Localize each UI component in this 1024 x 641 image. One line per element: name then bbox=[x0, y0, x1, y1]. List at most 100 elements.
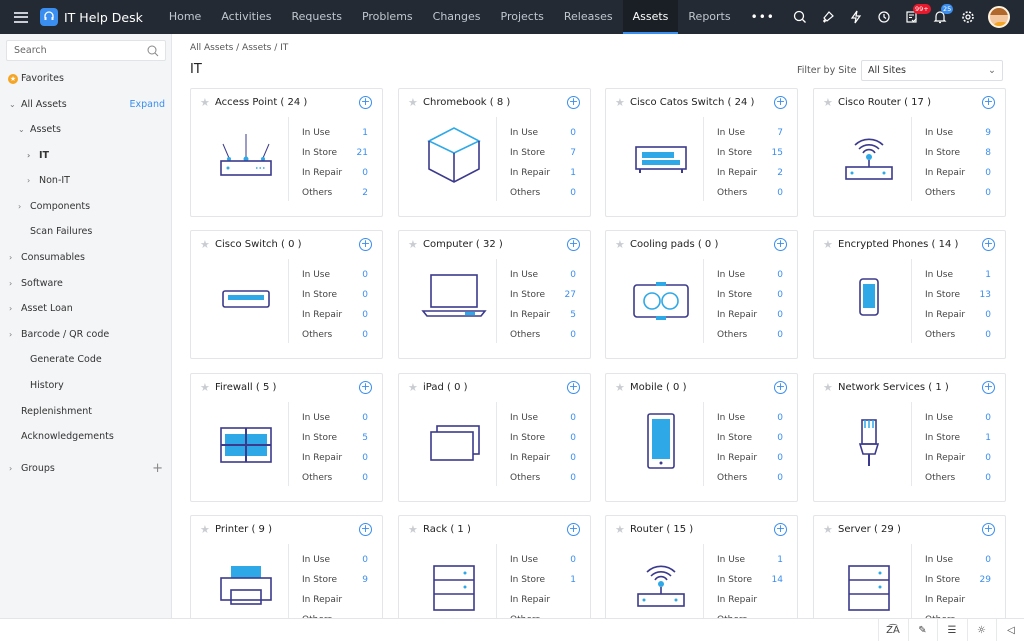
card-title[interactable]: Server ( 29 ) bbox=[838, 524, 901, 535]
stat-value[interactable]: 1 bbox=[362, 128, 368, 138]
sidebar-search-input[interactable]: Search bbox=[6, 40, 166, 61]
stat-value[interactable]: 7 bbox=[570, 148, 576, 158]
stat-value[interactable]: 0 bbox=[570, 128, 576, 138]
sidebar-item-scan-failures[interactable]: Scan Failures bbox=[0, 222, 172, 242]
stat-value[interactable]: 0 bbox=[777, 330, 783, 340]
asset-card-router[interactable]: ★ Cisco Router ( 17 ) + In Use 9 In Store 8 In … bbox=[813, 88, 1006, 217]
star-icon[interactable]: ★ bbox=[823, 238, 833, 251]
stat-value[interactable]: 0 bbox=[777, 270, 783, 280]
tab-requests[interactable]: Requests bbox=[282, 0, 352, 34]
asset-card-phone[interactable]: ★ Encrypted Phones ( 14 ) + In Use 1 In Store… bbox=[813, 230, 1006, 360]
add-group-icon[interactable]: + bbox=[152, 459, 163, 479]
star-icon[interactable]: ★ bbox=[200, 238, 210, 251]
sidebar-item-consumables[interactable]: › Consumables bbox=[0, 248, 172, 268]
stat-value[interactable]: 0 bbox=[570, 433, 576, 443]
chat-icon[interactable]: ☰ bbox=[937, 619, 966, 641]
star-icon[interactable]: ★ bbox=[823, 96, 833, 109]
card-title[interactable]: Router ( 15 ) bbox=[630, 524, 693, 535]
stat-value[interactable]: 0 bbox=[985, 413, 991, 423]
star-icon[interactable]: ★ bbox=[615, 523, 625, 536]
star-icon[interactable]: ★ bbox=[200, 523, 210, 536]
translate-icon[interactable]: Z͡A bbox=[878, 619, 907, 641]
sidebar-all-assets[interactable]: ⌄ All Assets Expand bbox=[0, 95, 172, 115]
sidebar-item-asset-loan[interactable]: › Asset Loan bbox=[0, 299, 172, 319]
stat-value[interactable]: 0 bbox=[985, 330, 991, 340]
asset-card-printer[interactable]: ★ Printer ( 9 ) + In Use 0 In Store 9 In Repair… bbox=[190, 514, 383, 618]
card-title[interactable]: Mobile ( 0 ) bbox=[630, 382, 687, 393]
asset-card-rack[interactable]: ★ Server ( 29 ) + In Use 0 In Store 29 In Repai… bbox=[813, 514, 1006, 618]
stat-value[interactable]: 0 bbox=[777, 188, 783, 198]
stat-value[interactable]: 0 bbox=[570, 330, 576, 340]
sidebar-item-generate-code[interactable]: Generate Code bbox=[0, 350, 172, 370]
stat-value[interactable]: 2 bbox=[362, 188, 368, 198]
asset-card-router[interactable]: ★ Router ( 15 ) + In Use 1 In Store 14 In Repai… bbox=[605, 514, 798, 618]
stat-value[interactable]: 0 bbox=[362, 413, 368, 423]
asset-card-firewall[interactable]: ★ Firewall ( 5 ) + In Use 0 In Store 5 In Repai… bbox=[190, 372, 383, 502]
stat-value[interactable]: 0 bbox=[362, 290, 368, 300]
stat-value[interactable]: 5 bbox=[570, 310, 576, 320]
tab-home[interactable]: Home bbox=[159, 0, 211, 34]
star-icon[interactable]: ★ bbox=[615, 96, 625, 109]
stat-value[interactable]: 0 bbox=[777, 310, 783, 320]
tab-assets[interactable]: Assets bbox=[622, 0, 679, 34]
asset-card-laptop[interactable]: ★ Computer ( 32 ) + In Use 0 In Store 27 In Rep… bbox=[398, 230, 591, 360]
add-icon[interactable]: + bbox=[567, 380, 580, 394]
add-icon[interactable]: + bbox=[982, 238, 995, 252]
stat-value[interactable]: 0 bbox=[777, 453, 783, 463]
stat-value[interactable]: 0 bbox=[777, 290, 783, 300]
sidebar-item-it[interactable]: › IT bbox=[0, 146, 172, 166]
stat-value[interactable]: 29 bbox=[980, 575, 991, 585]
add-icon[interactable]: + bbox=[359, 522, 372, 536]
card-title[interactable]: iPad ( 0 ) bbox=[423, 382, 468, 393]
stat-value[interactable]: 1 bbox=[777, 555, 783, 565]
asset-card-ethernet[interactable]: ★ Network Services ( 1 ) + In Use 0 In Store 1… bbox=[813, 372, 1006, 502]
star-icon[interactable]: ★ bbox=[823, 381, 833, 394]
add-icon[interactable]: + bbox=[982, 380, 995, 394]
stat-value[interactable]: 7 bbox=[777, 128, 783, 138]
stat-value[interactable]: 0 bbox=[985, 310, 991, 320]
quick-create-icon[interactable] bbox=[814, 0, 842, 34]
stat-value[interactable]: 0 bbox=[362, 330, 368, 340]
add-icon[interactable]: + bbox=[774, 522, 787, 536]
stat-value[interactable]: 0 bbox=[362, 310, 368, 320]
star-icon[interactable]: ★ bbox=[408, 381, 418, 394]
stat-value[interactable]: 1 bbox=[570, 168, 576, 178]
star-icon[interactable]: ★ bbox=[200, 381, 210, 394]
card-title[interactable]: Computer ( 32 ) bbox=[423, 239, 503, 250]
tab-reports[interactable]: Reports bbox=[678, 0, 740, 34]
star-icon[interactable]: ★ bbox=[408, 96, 418, 109]
card-title[interactable]: Firewall ( 5 ) bbox=[215, 382, 276, 393]
stat-value[interactable]: 0 bbox=[985, 473, 991, 483]
stat-value[interactable]: 0 bbox=[362, 473, 368, 483]
tasks-icon[interactable]: 99+ bbox=[898, 0, 931, 34]
card-title[interactable]: Printer ( 9 ) bbox=[215, 524, 272, 535]
sidebar-item-software[interactable]: › Software bbox=[0, 274, 172, 294]
card-title[interactable]: Access Point ( 24 ) bbox=[215, 97, 307, 108]
stat-value[interactable]: 2 bbox=[777, 168, 783, 178]
stat-value[interactable]: 0 bbox=[777, 433, 783, 443]
stat-value[interactable]: 0 bbox=[985, 188, 991, 198]
tab-releases[interactable]: Releases bbox=[554, 0, 623, 34]
card-title[interactable]: Network Services ( 1 ) bbox=[838, 382, 949, 393]
card-title[interactable]: Encrypted Phones ( 14 ) bbox=[838, 239, 958, 250]
sidebar-item-barcode-qr-code[interactable]: › Barcode / QR code bbox=[0, 325, 172, 345]
stat-value[interactable]: 0 bbox=[362, 270, 368, 280]
add-icon[interactable]: + bbox=[359, 238, 372, 252]
stat-value[interactable]: 1 bbox=[985, 433, 991, 443]
search-icon[interactable] bbox=[786, 0, 814, 34]
stat-value[interactable]: 0 bbox=[362, 555, 368, 565]
card-title[interactable]: Rack ( 1 ) bbox=[423, 524, 471, 535]
bell-icon[interactable]: 25 bbox=[926, 0, 954, 34]
star-icon[interactable]: ★ bbox=[200, 96, 210, 109]
sidebar-favorites[interactable]: ★ Favorites bbox=[0, 69, 172, 89]
gear-icon[interactable] bbox=[954, 0, 982, 34]
stat-value[interactable]: 13 bbox=[980, 290, 991, 300]
stat-value[interactable]: 0 bbox=[777, 413, 783, 423]
stat-value[interactable]: 9 bbox=[985, 128, 991, 138]
stat-value[interactable]: 0 bbox=[570, 188, 576, 198]
lightning-icon[interactable] bbox=[842, 0, 870, 34]
sidebar-item-history[interactable]: History bbox=[0, 376, 172, 396]
asset-card-small-switch[interactable]: ★ Cisco Switch ( 0 ) + In Use 0 In Store 0 In R… bbox=[190, 230, 383, 360]
stat-value[interactable]: 1 bbox=[985, 270, 991, 280]
stat-value[interactable]: 8 bbox=[985, 148, 991, 158]
